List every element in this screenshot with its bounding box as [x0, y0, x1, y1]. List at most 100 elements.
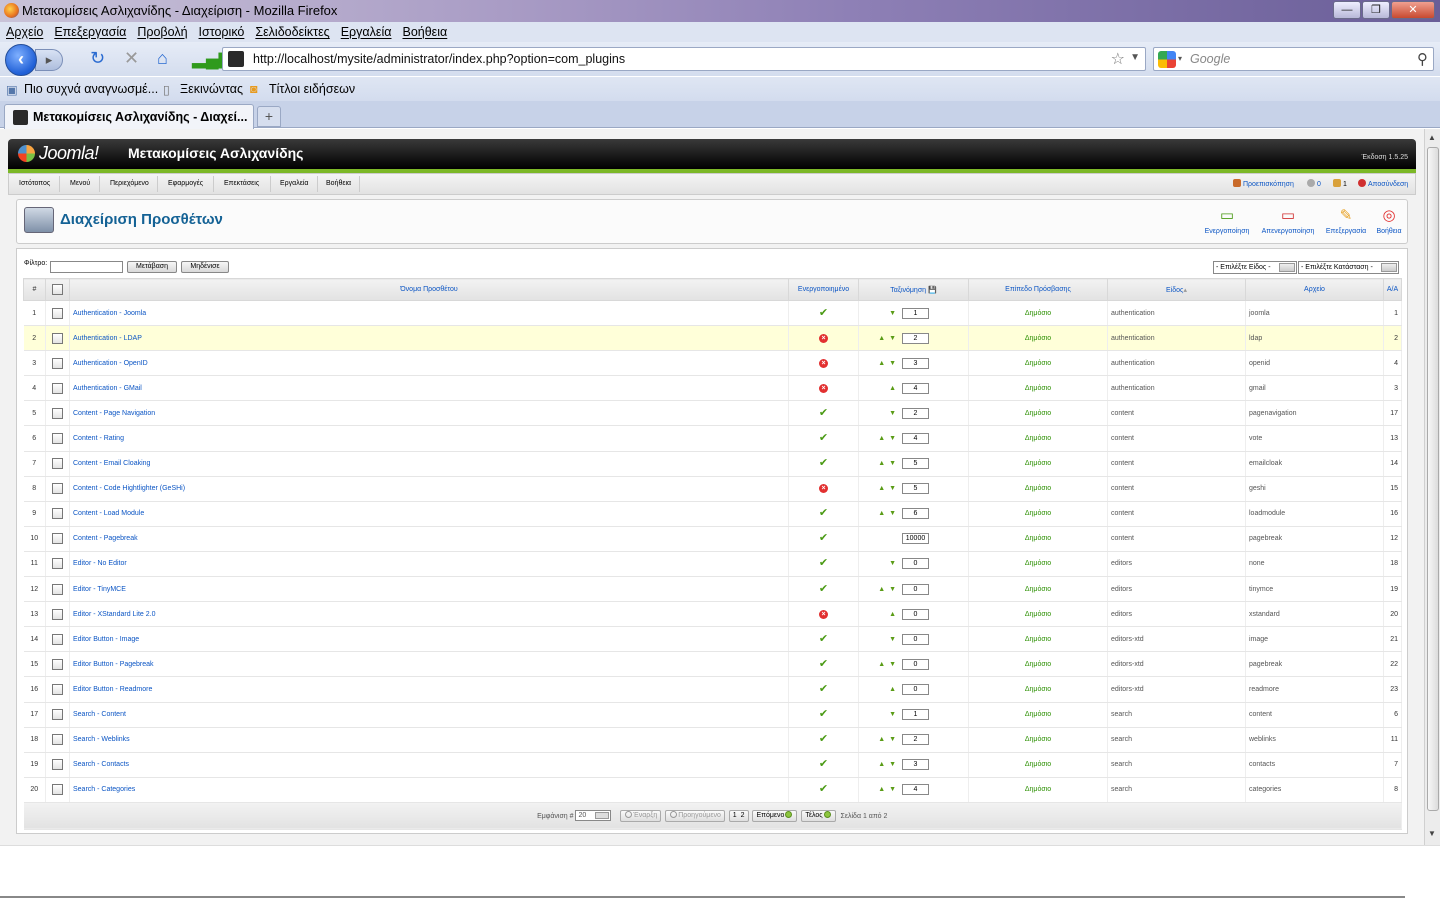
order-input[interactable]: 4 — [902, 784, 929, 796]
order-input[interactable]: 2 — [902, 734, 929, 746]
order-up-icon[interactable]: ▲ — [878, 761, 885, 768]
end-icon[interactable] — [823, 810, 831, 818]
admin-menu-site[interactable]: Ιστότοπος — [19, 180, 50, 187]
order-up-icon[interactable]: ▲ — [878, 586, 885, 593]
access-link[interactable]: Δημόσιο — [968, 676, 1108, 703]
close-button[interactable]: ✕ — [1391, 1, 1435, 19]
menu-edit[interactable]: Επεξεργασία — [48, 22, 131, 39]
access-link[interactable]: Δημόσιο — [968, 425, 1108, 452]
page-scrollbar[interactable]: ▲ ▼ — [1424, 129, 1440, 845]
row-checkbox[interactable] — [52, 458, 63, 470]
order-up-icon[interactable]: ▲ — [889, 686, 896, 693]
col-ordering-label[interactable]: Ταξινόμηση — [890, 287, 926, 294]
table-row[interactable]: 19 Search - Contacts ✔ ▲ ▼ 3 Δημόσιο search con… — [23, 752, 1402, 778]
table-row[interactable]: 9 Content - Load Module ✔ ▲ ▼ 6 Δημόσιο conten… — [23, 501, 1402, 527]
url-dropdown-icon[interactable]: ▼ — [1130, 52, 1140, 63]
order-up-icon[interactable]: ▲ — [889, 611, 896, 618]
order-input[interactable]: 0 — [902, 683, 929, 695]
disabled-x-icon[interactable]: × — [819, 383, 828, 393]
plugin-name-link[interactable]: Content - Load Module — [69, 501, 789, 527]
table-row[interactable]: 17 Search - Content ✔ ▼ 1 Δημόσιο search conten… — [23, 702, 1402, 728]
chevron-down-icon[interactable] — [1279, 263, 1295, 272]
order-input[interactable]: 5 — [902, 458, 929, 470]
state-select[interactable]: - Επιλέξτε Κατάσταση - — [1298, 261, 1399, 274]
order-input[interactable]: 0 — [902, 608, 929, 620]
order-input[interactable]: 3 — [902, 357, 929, 369]
access-link[interactable]: Δημόσιο — [968, 350, 1108, 377]
menu-tools[interactable]: Εργαλεία — [335, 22, 397, 39]
row-checkbox[interactable] — [52, 483, 63, 495]
row-checkbox[interactable] — [52, 357, 63, 369]
col-id[interactable]: Α/Α — [1383, 278, 1402, 301]
plugin-name-link[interactable]: Authentication - OpenID — [69, 350, 789, 377]
home-icon[interactable]: ⌂ — [157, 48, 168, 68]
access-link[interactable]: Δημόσιο — [968, 626, 1108, 653]
order-input[interactable]: 10000 — [902, 533, 929, 545]
order-up-icon[interactable]: ▲ — [889, 385, 896, 392]
search-box[interactable]: ▾ Google ⚲ — [1153, 47, 1434, 71]
disable-button[interactable]: ▭ Απενεργοποίηση — [1258, 205, 1318, 241]
bookmark-star-icon[interactable]: ☆ — [1111, 49, 1125, 69]
tab-active[interactable]: Μετακομίσεις Ασλιχανίδης - Διαχεί... — [4, 104, 254, 129]
table-row[interactable]: 14 Editor Button - Image ✔ ▼ 0 Δημόσιο editors… — [23, 626, 1402, 653]
access-link[interactable]: Δημόσιο — [968, 752, 1108, 778]
order-up-icon[interactable]: ▲ — [878, 485, 885, 492]
menu-file[interactable]: Αρχείο — [0, 22, 48, 39]
plugin-name-link[interactable]: Content - Rating — [69, 425, 789, 452]
row-checkbox[interactable] — [52, 558, 63, 570]
bookmark-getting-started[interactable]: Ξεκινώντας — [180, 82, 243, 96]
enabled-check-icon[interactable]: ✔ — [819, 458, 828, 469]
admin-menu-tools[interactable]: Εργαλεία — [280, 180, 308, 187]
order-down-icon[interactable]: ▼ — [889, 510, 896, 517]
row-checkbox[interactable] — [52, 583, 63, 595]
plugin-name-link[interactable]: Content - Code Hightlighter (GeSHi) — [69, 476, 789, 502]
plugin-name-link[interactable]: Content - Page Navigation — [69, 400, 789, 427]
type-select[interactable]: - Επιλέξτε Είδος - — [1213, 261, 1297, 274]
row-checkbox[interactable] — [52, 658, 63, 670]
order-input[interactable]: 0 — [902, 633, 929, 645]
enabled-check-icon[interactable]: ✔ — [819, 583, 828, 595]
help-button[interactable]: ◎ Βοήθεια — [1367, 205, 1411, 241]
col-enabled[interactable]: Ενεργοποιημένο — [788, 278, 859, 301]
access-link[interactable]: Δημόσιο — [968, 526, 1108, 552]
enabled-check-icon[interactable]: ✔ — [819, 307, 828, 319]
next-icon[interactable] — [785, 810, 793, 818]
admin-menu-content[interactable]: Περιεχόμενο — [110, 180, 149, 187]
row-checkbox[interactable] — [52, 382, 63, 394]
disabled-x-icon[interactable]: × — [819, 358, 828, 368]
order-down-icon[interactable]: ▼ — [889, 335, 896, 342]
order-input[interactable]: 6 — [902, 508, 929, 520]
filter-input[interactable] — [50, 261, 123, 273]
minimize-button[interactable]: — — [1333, 1, 1361, 19]
order-input[interactable]: 4 — [902, 382, 929, 394]
menu-view[interactable]: Προβολή — [131, 22, 192, 39]
table-row[interactable]: 1 Authentication - Joomla ✔ ▼ 1 Δημόσιο authen… — [23, 300, 1402, 327]
order-input[interactable]: 2 — [902, 332, 929, 344]
row-checkbox[interactable] — [52, 332, 63, 344]
preview-link[interactable]: Προεπισκόπηση — [1233, 179, 1294, 188]
row-checkbox[interactable] — [52, 734, 63, 746]
access-link[interactable]: Δημόσιο — [968, 476, 1108, 502]
row-checkbox[interactable] — [52, 683, 63, 695]
enabled-check-icon[interactable]: ✔ — [819, 433, 828, 444]
logout-link[interactable]: Αποσύνδεση — [1358, 179, 1408, 188]
table-row[interactable]: 5 Content - Page Navigation ✔ ▼ 2 Δημόσιο cont… — [23, 400, 1402, 427]
order-input[interactable]: 3 — [902, 759, 929, 771]
order-down-icon[interactable]: ▼ — [889, 485, 896, 492]
chevron-down-icon[interactable] — [1381, 263, 1397, 272]
order-input[interactable]: 2 — [902, 407, 929, 419]
plugin-name-link[interactable]: Editor Button - Image — [69, 626, 789, 653]
order-down-icon[interactable]: ▼ — [889, 360, 896, 367]
plugin-name-link[interactable]: Authentication - GMail — [69, 375, 789, 402]
disabled-x-icon[interactable]: × — [819, 333, 828, 343]
row-checkbox[interactable] — [52, 307, 63, 319]
table-row[interactable]: 7 Content - Email Cloaking ✔ ▲ ▼ 5 Δημόσιο con… — [23, 451, 1402, 477]
order-up-icon[interactable]: ▲ — [878, 786, 885, 793]
row-checkbox[interactable] — [52, 759, 63, 771]
table-row[interactable]: 6 Content - Rating ✔ ▲ ▼ 4 Δημόσιο content vote… — [23, 425, 1402, 452]
plugin-name-link[interactable]: Editor Button - Readmore — [69, 676, 789, 703]
table-row[interactable]: 10 Content - Pagebreak ✔ 10000 Δημόσιο conten… — [23, 526, 1402, 552]
bookmark-most-visited[interactable]: Πιο συχνά αναγνωσμέ... — [24, 82, 158, 96]
admin-menu-help[interactable]: Βοήθεια — [326, 180, 351, 187]
row-checkbox[interactable] — [52, 407, 63, 419]
